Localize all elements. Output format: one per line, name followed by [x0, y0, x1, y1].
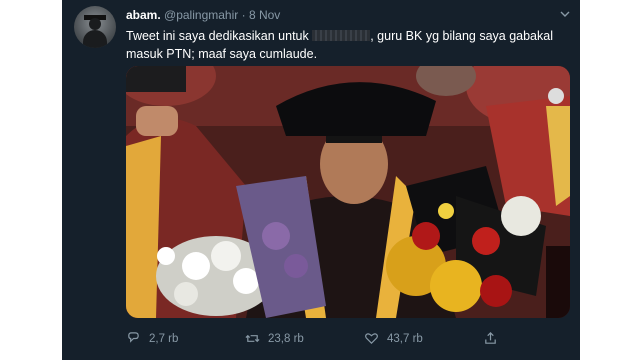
avatar-body-shape [83, 30, 107, 48]
share-action[interactable] [483, 331, 498, 346]
like-count: 43,7 rb [387, 332, 423, 345]
tweet-photo[interactable] [126, 66, 570, 318]
tweet-actions: 2,7 rb 23,8 rb 43,7 rb [126, 331, 570, 349]
tweet-text-part1: Tweet ini saya dedikasikan untuk [126, 29, 309, 43]
chevron-down-icon[interactable] [560, 9, 570, 19]
reply-action[interactable]: 2,7 rb [126, 331, 178, 346]
retweet-action[interactable]: 23,8 rb [245, 331, 304, 346]
tweet-date[interactable]: 8 Nov [249, 8, 280, 22]
graduation-photo-illustration [126, 66, 570, 318]
redacted-name-block [312, 30, 371, 41]
reply-count: 2,7 rb [149, 332, 179, 345]
tweet-card[interactable]: abam. @palingmahir · 8 Nov Tweet ini say… [62, 0, 580, 360]
separator-dot: · [241, 8, 246, 22]
like-action[interactable]: 43,7 rb [364, 331, 423, 346]
reply-icon [128, 332, 139, 343]
avatar-head-shape [89, 18, 101, 30]
user-handle[interactable]: @palingmahir [164, 8, 238, 22]
display-name[interactable]: abam. [126, 8, 161, 22]
heart-icon [365, 333, 378, 345]
avatar[interactable] [74, 6, 116, 48]
retweet-icon [245, 334, 260, 343]
retweet-count: 23,8 rb [268, 332, 304, 345]
tweet-header: abam. @palingmahir · 8 Nov [126, 8, 280, 22]
share-icon [485, 332, 496, 344]
tweet-text: Tweet ini saya dedikasikan untuk , guru … [126, 27, 566, 63]
